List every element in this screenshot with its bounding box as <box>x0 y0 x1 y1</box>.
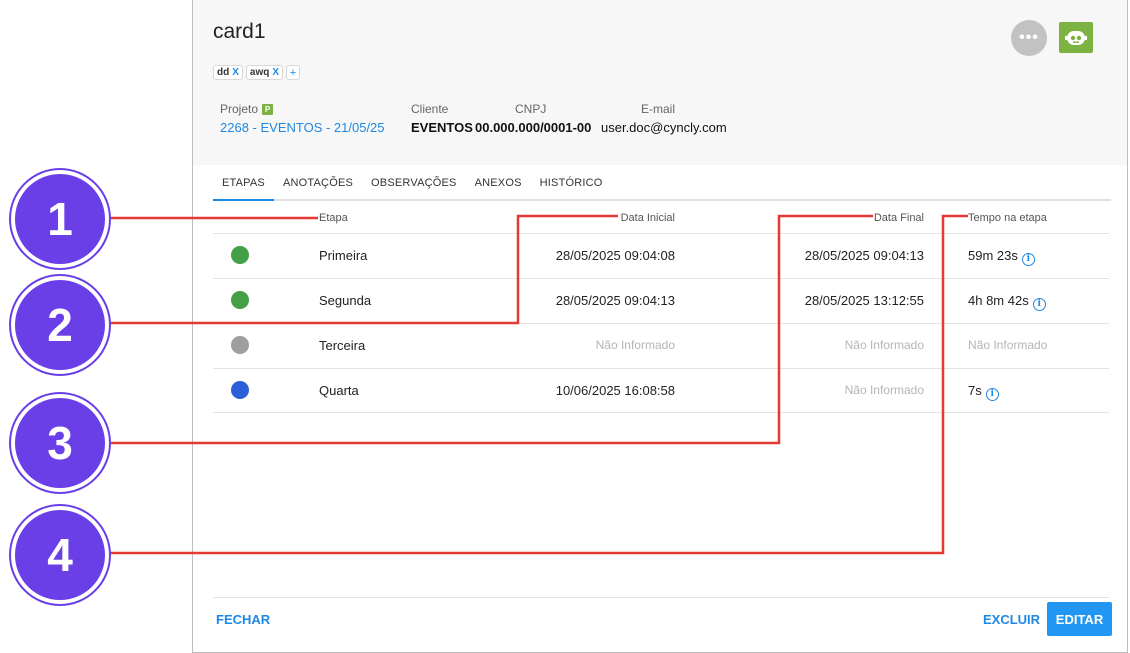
data-final-cell: 28/05/2025 09:04:13 <box>804 248 924 263</box>
close-button[interactable]: FECHAR <box>216 612 270 627</box>
callout-badge-2: 2 <box>11 276 109 374</box>
info-icon[interactable]: i <box>1032 298 1046 311</box>
tag-dd: dd X <box>213 65 243 80</box>
callout-badge-3: 3 <box>11 394 109 492</box>
header-etapa: Etapa <box>319 212 348 224</box>
callout-badge-1: 1 <box>11 170 109 268</box>
data-inicial-cell: 28/05/2025 09:04:13 <box>555 293 675 308</box>
status-dot <box>231 336 249 354</box>
screenshot-stage: card1 dd X awq X + Projeto P 2268 - EVENT… <box>0 0 1130 653</box>
data-final-cell: Não Informado <box>844 338 924 352</box>
data-inicial-cell: 10/06/2025 16:08:58 <box>555 383 675 398</box>
projeto-link[interactable]: 2268 - EVENTOS - 21/05/25 <box>220 120 385 135</box>
status-dot <box>231 246 249 264</box>
cliente-label: Cliente <box>411 102 449 116</box>
tempo-value: 7s <box>968 383 982 398</box>
table-row[interactable]: Segunda 28/05/2025 09:04:13 28/05/2025 1… <box>213 278 1109 323</box>
etapa-cell: Segunda <box>319 293 372 308</box>
table-row[interactable]: Terceira Não Informado Não Informado Não… <box>213 323 1109 368</box>
tempo-value: 4h 8m 42s <box>968 293 1029 308</box>
tag-label: dd <box>217 67 230 78</box>
edit-button[interactable]: EDITAR <box>1047 602 1112 636</box>
card-modal: card1 dd X awq X + Projeto P 2268 - EVENT… <box>192 0 1128 653</box>
tempo-value: 59m 23s <box>968 248 1018 263</box>
tag-remove-button[interactable]: X <box>272 67 279 78</box>
data-inicial-cell: Não Informado <box>595 338 675 352</box>
cnpj-value: 00.000.000/0001-00 <box>475 120 592 135</box>
data-final-cell: Não Informado <box>844 383 924 397</box>
header-tempo: Tempo na etapa <box>968 212 1047 224</box>
tempo-cell: Não Informado <box>968 338 1048 352</box>
etapa-cell: Primeira <box>319 248 368 263</box>
tag-awq: awq X <box>245 65 284 80</box>
data-final-cell: 28/05/2025 13:12:55 <box>804 293 924 308</box>
data-inicial-cell: 28/05/2025 09:04:08 <box>555 248 675 263</box>
email-value: user.doc@cyncly.com <box>601 120 727 135</box>
projeto-label: Projeto P <box>220 102 274 116</box>
tab-anotacoes[interactable]: ANOTAÇÕES <box>274 165 362 201</box>
status-dot <box>231 291 249 309</box>
info-icon[interactable]: i <box>1021 253 1035 266</box>
projeto-badge: P <box>262 104 274 115</box>
delete-button[interactable]: EXCLUIR <box>983 612 1040 627</box>
card-title: card1 <box>213 20 266 43</box>
tab-anexos[interactable]: ANEXOS <box>466 165 531 201</box>
tab-etapas[interactable]: ETAPAS <box>213 165 274 201</box>
table-row[interactable]: Quarta 10/06/2025 16:08:58 Não Informado… <box>213 368 1109 413</box>
tag-list: dd X awq X + <box>213 65 301 80</box>
tempo-cell: 7s i <box>968 383 999 401</box>
etapa-cell: Terceira <box>319 338 366 353</box>
header-data-final: Data Final <box>873 212 924 224</box>
add-tag-button[interactable]: + <box>286 65 301 80</box>
tab-historico[interactable]: HISTÓRICO <box>531 165 612 201</box>
status-dot <box>231 381 249 399</box>
callout-badge-4: 4 <box>11 506 109 604</box>
etapa-cell: Quarta <box>319 383 359 398</box>
cliente-value: EVENTOS <box>411 120 473 135</box>
tag-remove-button[interactable]: X <box>232 67 239 78</box>
footer-divider <box>213 597 1109 598</box>
robot-face-icon <box>1065 30 1087 45</box>
tempo-cell: 4h 8m 42s i <box>968 293 1046 311</box>
tab-observacoes[interactable]: OBSERVAÇÕES <box>362 165 466 201</box>
email-label: E-mail <box>641 102 676 116</box>
robot-icon[interactable] <box>1059 22 1093 53</box>
tab-bar: ETAPAS ANOTAÇÕES OBSERVAÇÕES ANEXOS HIST… <box>213 165 1111 201</box>
card-header: card1 dd X awq X + Projeto P 2268 - EVENT… <box>193 0 1127 165</box>
projeto-label-text: Projeto <box>220 102 259 116</box>
tempo-cell: 59m 23s i <box>968 248 1035 266</box>
tag-label: awq <box>249 67 270 78</box>
info-icon[interactable]: i <box>985 388 999 401</box>
cnpj-label: CNPJ <box>515 102 547 116</box>
more-options-button[interactable]: ••• <box>1011 20 1047 56</box>
table-row[interactable]: Primeira 28/05/2025 09:04:08 28/05/2025 … <box>213 233 1109 278</box>
header-data-inicial: Data Inicial <box>620 212 675 224</box>
